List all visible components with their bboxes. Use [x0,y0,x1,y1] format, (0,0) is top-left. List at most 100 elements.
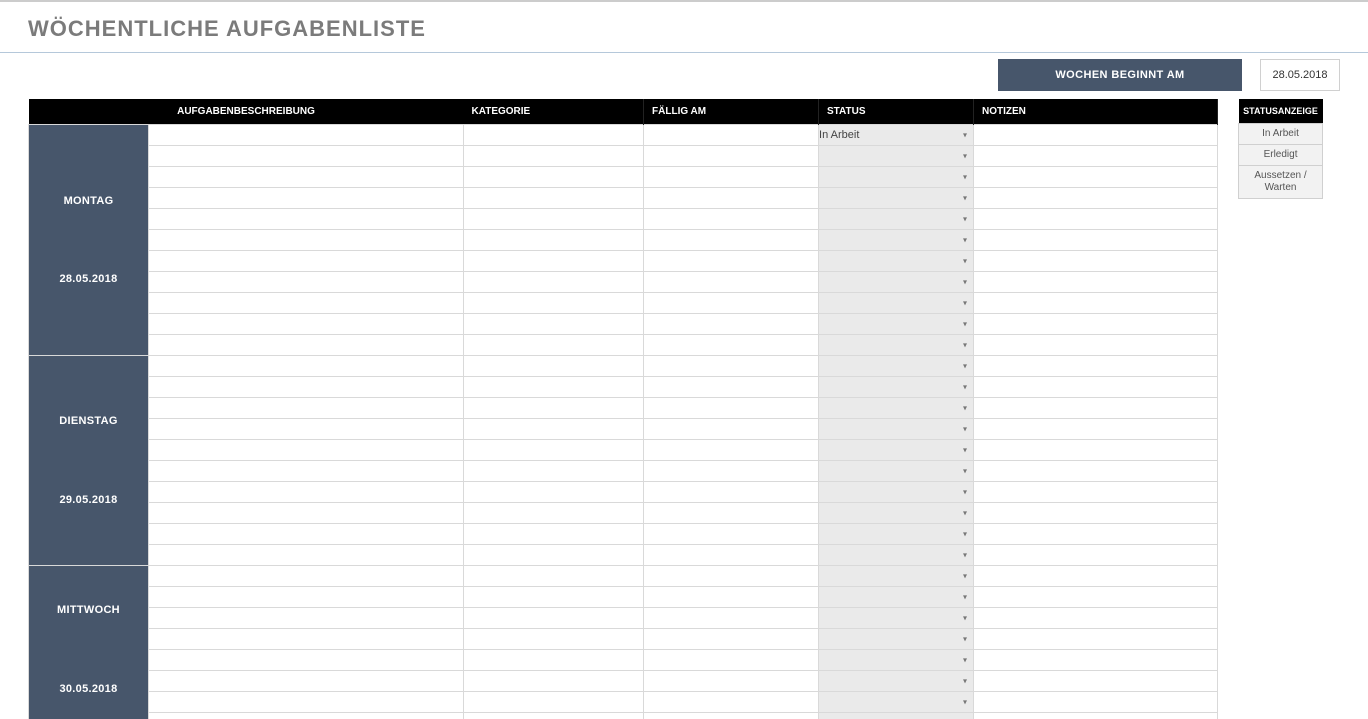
category-cell[interactable] [464,482,644,503]
due-cell[interactable] [644,209,819,230]
status-dropdown[interactable]: ▾ [819,608,974,629]
desc-cell[interactable] [149,167,464,188]
due-cell[interactable] [644,146,819,167]
due-cell[interactable] [644,419,819,440]
status-dropdown[interactable]: ▾ [819,650,974,671]
notes-cell[interactable] [974,230,1218,251]
notes-cell[interactable] [974,251,1218,272]
notes-cell[interactable] [974,587,1218,608]
due-cell[interactable] [644,314,819,335]
desc-cell[interactable] [149,524,464,545]
desc-cell[interactable] [149,440,464,461]
status-dropdown[interactable]: ▾ [819,377,974,398]
due-cell[interactable] [644,440,819,461]
notes-cell[interactable] [974,293,1218,314]
due-cell[interactable] [644,629,819,650]
desc-cell[interactable] [149,251,464,272]
due-cell[interactable] [644,461,819,482]
category-cell[interactable] [464,251,644,272]
desc-cell[interactable] [149,713,464,719]
category-cell[interactable] [464,356,644,377]
desc-cell[interactable] [149,482,464,503]
category-cell[interactable] [464,314,644,335]
week-start-date[interactable]: 28.05.2018 [1260,59,1340,91]
category-cell[interactable] [464,566,644,587]
status-dropdown[interactable]: ▾ [819,335,974,356]
category-cell[interactable] [464,230,644,251]
due-cell[interactable] [644,713,819,719]
desc-cell[interactable] [149,188,464,209]
notes-cell[interactable] [974,314,1218,335]
status-dropdown[interactable]: ▾ [819,314,974,335]
due-cell[interactable] [644,566,819,587]
status-dropdown[interactable]: ▾ [819,545,974,566]
due-cell[interactable] [644,608,819,629]
desc-cell[interactable] [149,461,464,482]
desc-cell[interactable] [149,209,464,230]
due-cell[interactable] [644,671,819,692]
category-cell[interactable] [464,524,644,545]
status-dropdown[interactable]: ▾ [819,713,974,719]
notes-cell[interactable] [974,272,1218,293]
status-dropdown[interactable]: ▾ [819,440,974,461]
desc-cell[interactable] [149,545,464,566]
due-cell[interactable] [644,125,819,146]
desc-cell[interactable] [149,671,464,692]
due-cell[interactable] [644,230,819,251]
desc-cell[interactable] [149,419,464,440]
desc-cell[interactable] [149,230,464,251]
category-cell[interactable] [464,377,644,398]
status-dropdown[interactable]: ▾ [819,566,974,587]
status-dropdown[interactable]: In Arbeit▾ [819,125,974,146]
due-cell[interactable] [644,167,819,188]
desc-cell[interactable] [149,356,464,377]
category-cell[interactable] [464,461,644,482]
category-cell[interactable] [464,272,644,293]
due-cell[interactable] [644,293,819,314]
notes-cell[interactable] [974,167,1218,188]
notes-cell[interactable] [974,419,1218,440]
status-dropdown[interactable]: ▾ [819,272,974,293]
status-dropdown[interactable]: ▾ [819,503,974,524]
notes-cell[interactable] [974,335,1218,356]
desc-cell[interactable] [149,377,464,398]
status-dropdown[interactable]: ▾ [819,356,974,377]
notes-cell[interactable] [974,146,1218,167]
category-cell[interactable] [464,335,644,356]
notes-cell[interactable] [974,608,1218,629]
status-dropdown[interactable]: ▾ [819,398,974,419]
due-cell[interactable] [644,503,819,524]
category-cell[interactable] [464,713,644,719]
due-cell[interactable] [644,692,819,713]
notes-cell[interactable] [974,482,1218,503]
status-dropdown[interactable]: ▾ [819,251,974,272]
desc-cell[interactable] [149,650,464,671]
status-dropdown[interactable]: ▾ [819,629,974,650]
category-cell[interactable] [464,692,644,713]
notes-cell[interactable] [974,209,1218,230]
category-cell[interactable] [464,167,644,188]
notes-cell[interactable] [974,566,1218,587]
desc-cell[interactable] [149,335,464,356]
notes-cell[interactable] [974,545,1218,566]
category-cell[interactable] [464,188,644,209]
status-dropdown[interactable]: ▾ [819,671,974,692]
notes-cell[interactable] [974,713,1218,719]
due-cell[interactable] [644,356,819,377]
status-dropdown[interactable]: ▾ [819,419,974,440]
notes-cell[interactable] [974,440,1218,461]
category-cell[interactable] [464,440,644,461]
notes-cell[interactable] [974,188,1218,209]
status-dropdown[interactable]: ▾ [819,482,974,503]
notes-cell[interactable] [974,398,1218,419]
notes-cell[interactable] [974,524,1218,545]
notes-cell[interactable] [974,503,1218,524]
notes-cell[interactable] [974,125,1218,146]
desc-cell[interactable] [149,629,464,650]
due-cell[interactable] [644,251,819,272]
category-cell[interactable] [464,503,644,524]
status-dropdown[interactable]: ▾ [819,524,974,545]
desc-cell[interactable] [149,272,464,293]
desc-cell[interactable] [149,608,464,629]
due-cell[interactable] [644,587,819,608]
